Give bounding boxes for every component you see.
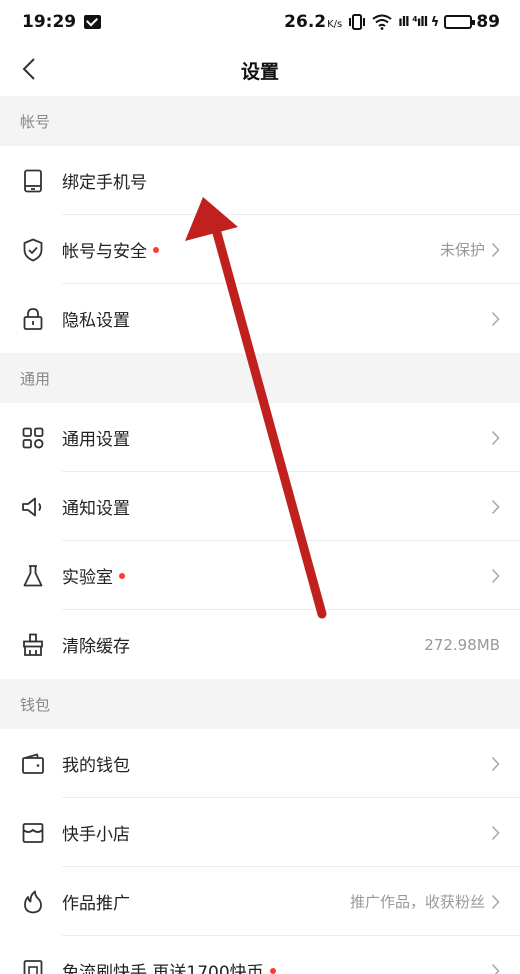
page-title: 设置 [240, 60, 279, 83]
row-privacy[interactable]: 隐私设置 [0, 284, 520, 353]
row-shop[interactable]: 快手小店 [0, 798, 520, 867]
sim-card-icon [20, 958, 46, 974]
store-icon [20, 820, 46, 846]
battery-level: 89 [476, 12, 500, 32]
broom-icon [20, 632, 46, 658]
chevron-right-icon [491, 825, 500, 840]
row-value: 推广作品，收获粉丝 [349, 893, 485, 911]
flame-icon [20, 889, 46, 915]
wallet-icon [20, 751, 46, 777]
speaker-icon [20, 494, 46, 520]
section-header-account: 帐号 [0, 96, 520, 146]
chevron-right-icon [491, 242, 500, 257]
vibrate-icon [349, 14, 366, 30]
chevron-right-icon [491, 311, 500, 326]
row-general-settings[interactable]: 通用设置 [0, 403, 520, 472]
shield-icon [20, 237, 46, 263]
row-label: 清除缓存 [62, 637, 130, 657]
flask-icon [20, 563, 46, 589]
wifi-icon [372, 14, 392, 30]
row-label: 帐号与安全 [62, 242, 147, 262]
section-header-general: 通用 [0, 353, 520, 403]
new-badge-dot [153, 246, 159, 253]
row-lab[interactable]: 实验室 [0, 541, 520, 610]
network-speed: 26.2K/s [284, 12, 343, 32]
row-label: 通用设置 [62, 430, 130, 450]
chevron-left-icon [22, 58, 35, 80]
row-label: 快手小店 [62, 825, 130, 845]
nav-bar: 设置 [0, 44, 520, 96]
chevron-right-icon [491, 756, 500, 771]
row-wallet[interactable]: 我的钱包 [0, 729, 520, 798]
row-promotion[interactable]: 作品推广 推广作品，收获粉丝 [0, 867, 520, 936]
section-header-wallet: 钱包 [0, 679, 520, 729]
row-account-security[interactable]: 帐号与安全 未保护 [0, 215, 520, 284]
row-value: 272.98MB [424, 635, 500, 654]
row-label: 通知设置 [62, 499, 130, 519]
new-badge-dot [119, 572, 125, 579]
new-badge-dot [269, 967, 276, 974]
row-label: 我的钱包 [62, 756, 130, 776]
row-bind-phone[interactable]: 绑定手机号 [0, 146, 520, 215]
row-value: 未保护 [439, 241, 485, 259]
row-label: 实验室 [62, 568, 113, 588]
row-label: 免流刷快手 再送1700快币 [62, 963, 264, 974]
chevron-right-icon [491, 430, 500, 445]
status-time: 19:29 [22, 12, 77, 32]
chevron-right-icon [491, 894, 500, 909]
row-label: 隐私设置 [62, 311, 130, 331]
chevron-right-icon [491, 568, 500, 583]
battery-indicator: 89 [444, 12, 500, 32]
chevron-right-icon [491, 963, 500, 974]
row-clear-cache[interactable]: 清除缓存 272.98MB [0, 610, 520, 679]
row-notification[interactable]: 通知设置 [0, 472, 520, 541]
row-label: 绑定手机号 [62, 173, 147, 193]
back-button[interactable] [14, 54, 44, 84]
lock-icon [20, 306, 46, 332]
phone-icon [20, 168, 46, 194]
row-free-traffic[interactable]: 免流刷快手 再送1700快币 [0, 936, 520, 974]
status-bar: 19:29 26.2K/s ıll ⁴ıll ϟ 89 [0, 0, 520, 44]
mail-icon [84, 15, 102, 29]
grid-icon [20, 425, 46, 451]
signal-icon: ıll ⁴ıll ϟ [398, 14, 439, 30]
chevron-right-icon [491, 499, 500, 514]
row-label: 作品推广 [62, 894, 130, 914]
